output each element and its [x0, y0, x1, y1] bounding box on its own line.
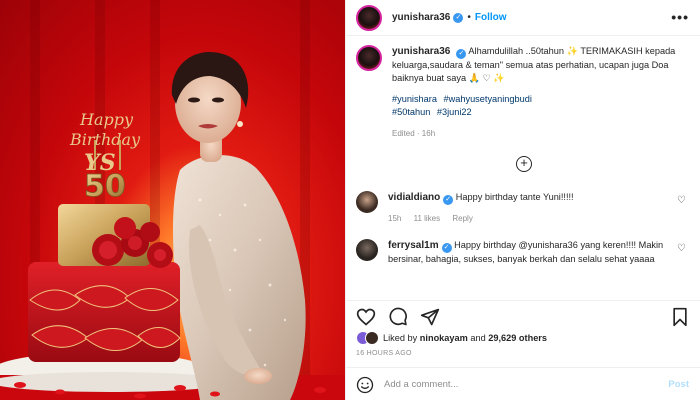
comment-time: 15h [388, 214, 402, 223]
hashtag-link[interactable]: #yunishara [392, 94, 437, 104]
likes-user-link[interactable]: ninokayam [420, 333, 468, 343]
comment-username[interactable]: ferrysal1m [388, 240, 439, 251]
comment-text: Happy birthday tante Yuni!!!!! [455, 192, 574, 202]
load-more-comments-button[interactable]: + [516, 156, 532, 172]
woman-hand [244, 368, 272, 384]
post-actions: Liked by ninokayam and 29,629 others 16 … [346, 300, 700, 400]
comment-like-heart-icon[interactable]: ♡ [677, 195, 686, 206]
post-header: yunishara36 ✓ • Follow ••• [346, 0, 700, 36]
verified-icon: ✓ [456, 49, 467, 59]
comment: vidialdiano ✓ Happy birthday tante Yuni!!… [356, 191, 686, 226]
likes-middle: and [470, 333, 486, 343]
caption-username[interactable]: yunishara36 [392, 46, 450, 57]
likes-prefix: Liked by [383, 333, 418, 343]
emoji-icon[interactable] [356, 376, 374, 394]
comment-like-heart-icon[interactable]: ♡ [677, 243, 686, 254]
hashtag-link[interactable]: #wahyusetyaningbudi [444, 94, 532, 104]
comment-likes[interactable]: 11 likes [414, 214, 441, 223]
verified-icon: ✓ [453, 12, 464, 23]
reply-button[interactable]: Reply [452, 214, 472, 223]
heart-icon[interactable] [356, 307, 376, 327]
header-username[interactable]: yunishara36 [392, 12, 450, 23]
birthday-scene: 50 Happy Birthday YS [0, 51, 345, 400]
more-icon[interactable]: ••• [671, 9, 689, 25]
post-panel: yunishara36 ✓ • Follow ••• yunishara36 ✓ … [345, 0, 700, 400]
bookmark-icon[interactable] [671, 307, 689, 327]
comment-username[interactable]: vidialdiano [388, 192, 440, 203]
add-comment-bar: Post [346, 367, 700, 400]
likes-count-link[interactable]: 29,629 others [488, 333, 547, 343]
post-comment-button[interactable]: Post [668, 379, 689, 390]
hashtag-link[interactable]: #50tahun [392, 107, 430, 117]
post-time: 16 HOURS AGO [356, 350, 412, 357]
share-icon[interactable] [420, 307, 440, 327]
hashtag-link[interactable]: #3juni22 [437, 107, 472, 117]
instagram-post: 50 Happy Birthday YS yunishara36 ✓ • Fol… [0, 0, 700, 400]
avatar[interactable] [356, 4, 382, 31]
post-photo[interactable]: 50 Happy Birthday YS [0, 0, 345, 400]
avatar [365, 331, 379, 345]
avatar[interactable] [356, 45, 382, 71]
comment-icon[interactable] [388, 307, 408, 327]
likes-summary: Liked by ninokayam and 29,629 others [356, 331, 547, 345]
header-separator: • [467, 12, 471, 23]
hashtags: #yunishara #wahyusetyaningbudi #50tahun … [392, 93, 687, 119]
topper-line2: Birthday [69, 130, 141, 149]
avatar[interactable] [356, 239, 378, 261]
topper-line1: Happy [79, 110, 134, 129]
avatar[interactable] [356, 191, 378, 213]
edited-timestamp: Edited · 16h [392, 129, 436, 138]
verified-icon: ✓ [441, 243, 452, 253]
verified-icon: ✓ [443, 195, 454, 205]
topper-initials: YS [84, 150, 116, 176]
comment: ferrysal1m ✓ Happy birthday @yunishara36 … [356, 239, 686, 266]
follow-button[interactable]: Follow [475, 12, 507, 23]
caption: yunishara36 ✓ Alhamdulillah ..50tahun ✨ T… [356, 45, 691, 140]
comment-input[interactable] [384, 379, 654, 390]
comments-scroll-area[interactable]: yunishara36 ✓ Alhamdulillah ..50tahun ✨ T… [346, 37, 700, 300]
